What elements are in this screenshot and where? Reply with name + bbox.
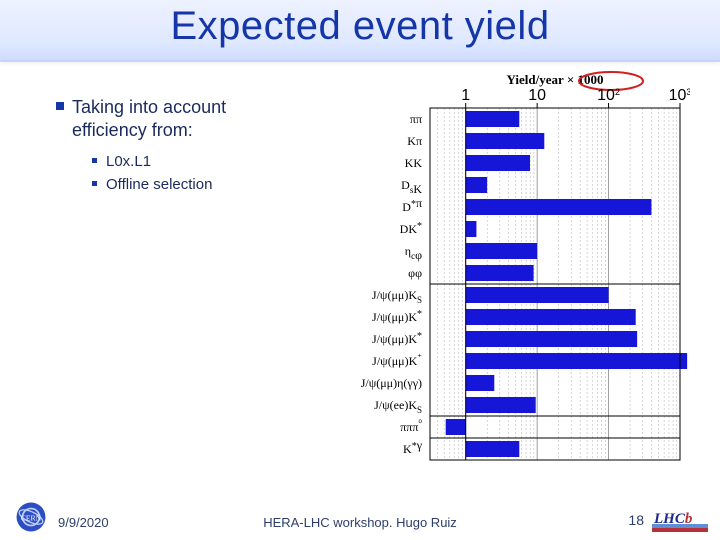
axis-tick-label: 10 xyxy=(528,87,546,104)
category-label: ππ xyxy=(410,112,422,126)
category-label: Kπ xyxy=(407,134,422,148)
cern-logo-icon: CERN xyxy=(14,500,48,534)
footer: 9/9/2020 HERA-LHC workshop. Hugo Ruiz 18 xyxy=(0,502,720,532)
bar xyxy=(466,133,545,149)
bar xyxy=(466,155,530,171)
bullet-block: Taking into account efficiency from: L0x… xyxy=(56,96,296,196)
bar xyxy=(466,199,652,215)
bar xyxy=(466,221,477,237)
category-label: K*γ xyxy=(403,438,423,456)
category-label: J/ψ(μμ)K* xyxy=(372,331,422,346)
bar xyxy=(466,397,536,413)
bullet-sub-2: Offline selection xyxy=(92,174,296,197)
bullet-sub-1: L0x.L1 xyxy=(92,151,296,174)
category-label: DsK xyxy=(401,178,422,196)
sub-bullets: L0x.L1 Offline selection xyxy=(56,151,296,196)
svg-text:CERN: CERN xyxy=(21,513,42,522)
bar xyxy=(466,331,637,347)
lhcb-logo-text: LHCb xyxy=(654,510,692,528)
lhcb-logo: LHCb xyxy=(650,510,710,536)
category-label: DK* xyxy=(400,221,422,236)
category-label: J/ψ(μμ)K⁺ xyxy=(372,352,422,368)
slide-title: Expected event yield xyxy=(0,4,720,49)
category-label: πππ⁰ xyxy=(400,418,422,434)
slide: Expected event yield Taking into account… xyxy=(0,0,720,540)
category-label: ηcφ xyxy=(405,244,422,262)
bar xyxy=(466,111,520,127)
bar xyxy=(466,243,537,259)
axis-tick-label: 1 xyxy=(461,87,470,104)
category-label: KK xyxy=(405,156,423,170)
bullet-main: Taking into account efficiency from: xyxy=(56,96,296,141)
yield-chart: Yield/year × 1000110102103ππKπKKDsKD*πDK… xyxy=(310,70,690,490)
bar xyxy=(446,419,466,435)
category-label: J/ψ(ee)KS xyxy=(374,398,422,415)
footer-page-number: 18 xyxy=(628,512,644,528)
category-label: J/ψ(μμ)η(γγ) xyxy=(361,376,422,390)
bar xyxy=(466,309,636,325)
bar xyxy=(466,375,495,391)
category-label: φφ xyxy=(408,266,422,280)
bar xyxy=(466,441,520,457)
bar xyxy=(466,353,687,369)
bar xyxy=(466,287,609,303)
footer-venue: HERA-LHC workshop. Hugo Ruiz xyxy=(0,515,720,530)
bar xyxy=(466,265,534,281)
axis-tick-label: 102 xyxy=(597,87,620,104)
category-label: D*π xyxy=(402,196,422,214)
category-label: J/ψ(μμ)KS xyxy=(372,288,422,305)
category-label: J/ψ(μμ)K* xyxy=(372,309,422,324)
axis-tick-label: 103 xyxy=(669,87,690,104)
bar xyxy=(466,177,487,193)
